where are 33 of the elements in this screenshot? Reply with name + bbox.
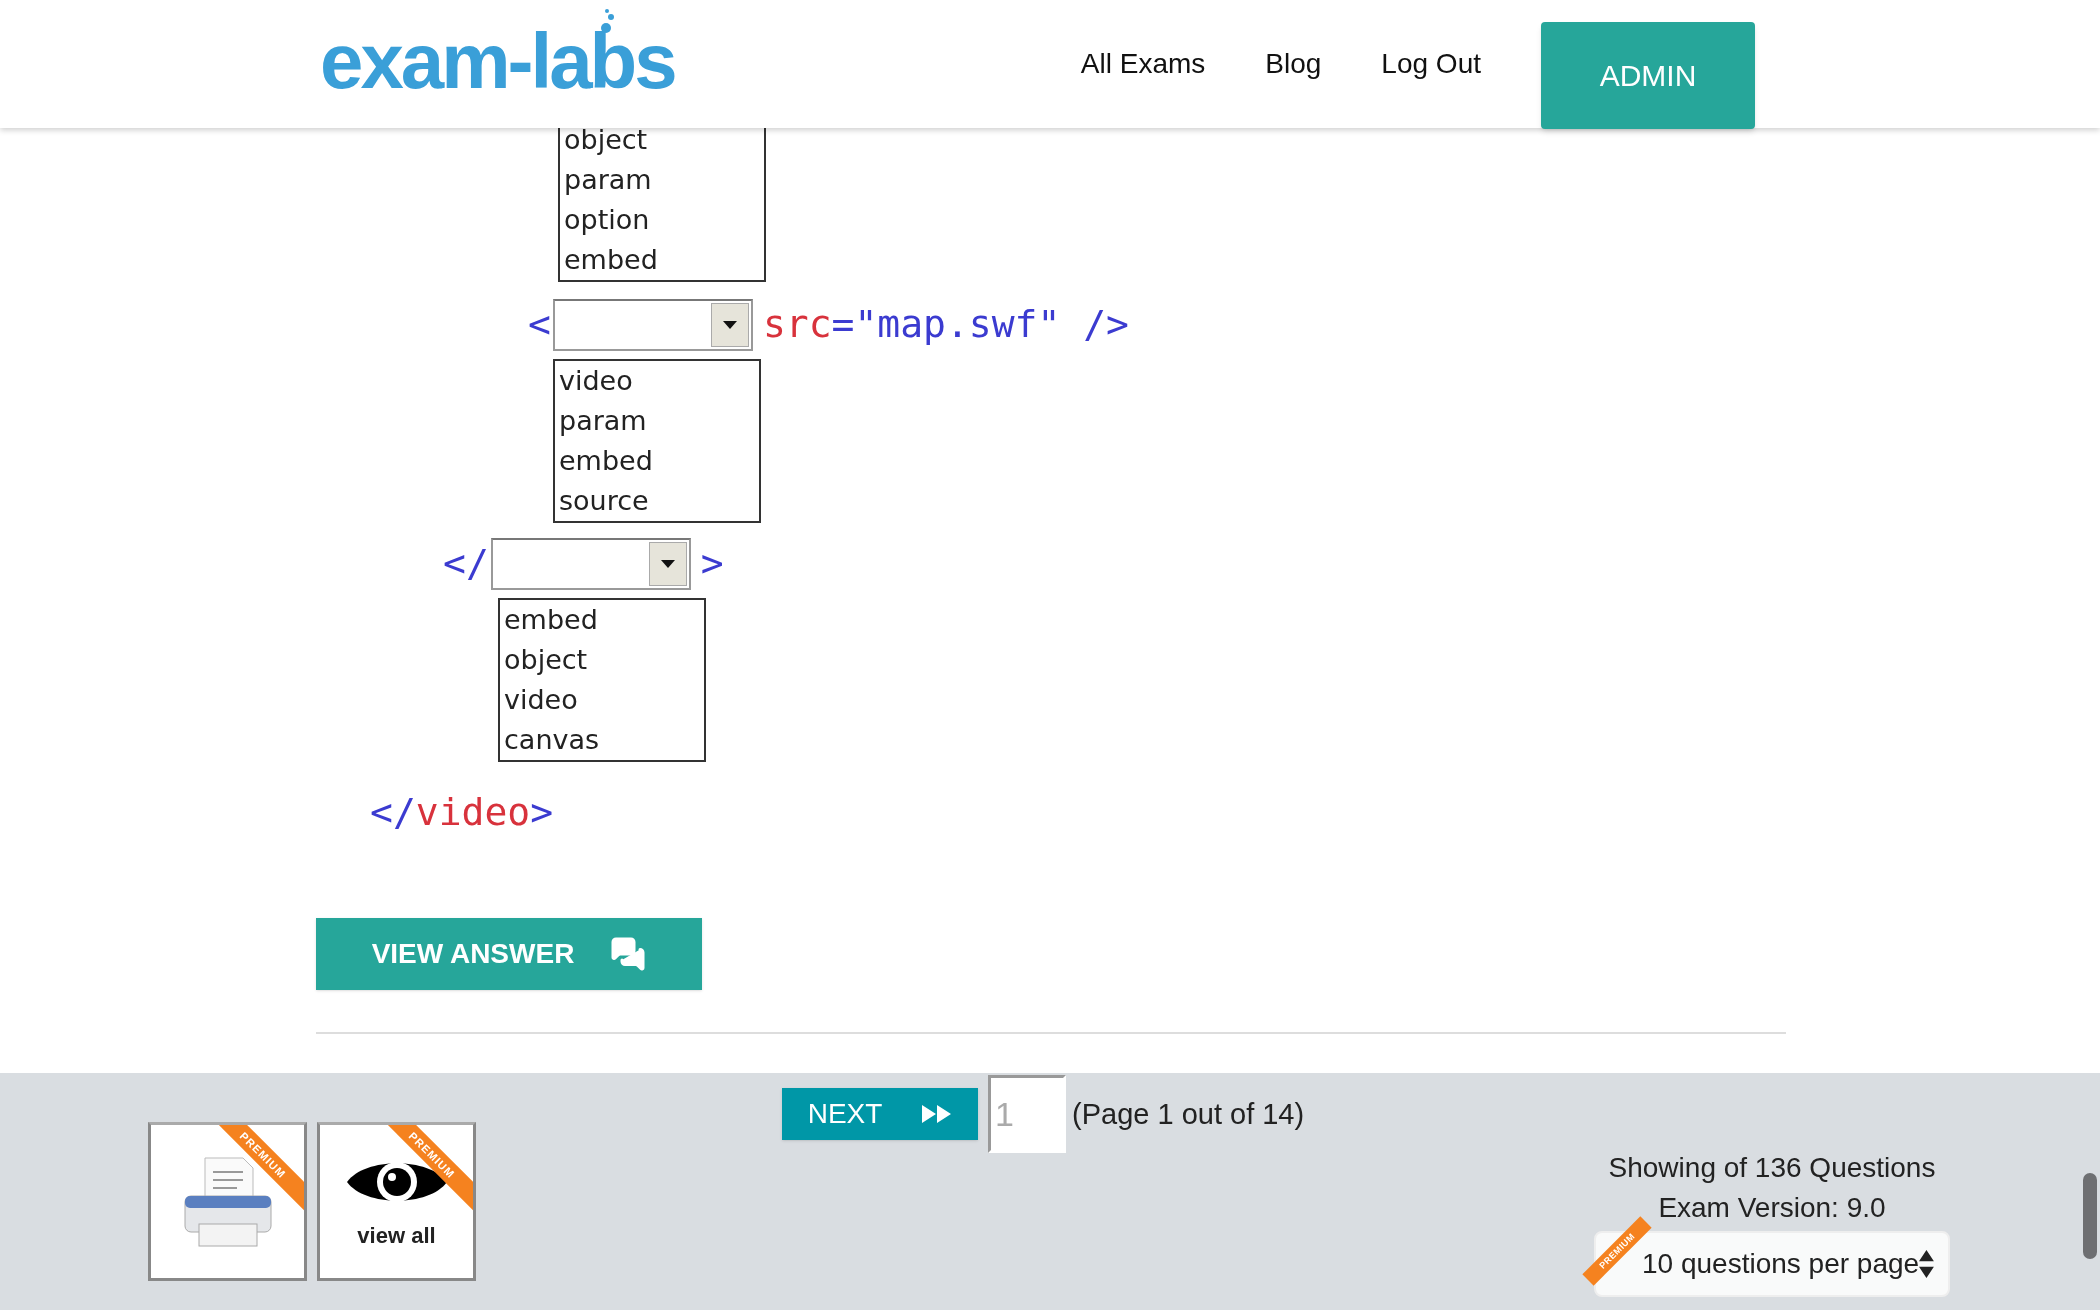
next-button[interactable]: NEXT (782, 1088, 978, 1140)
list-option[interactable]: object (564, 128, 756, 160)
code-text: < (528, 301, 551, 348)
code-text: </ (443, 540, 489, 587)
list-option[interactable]: canvas (504, 720, 696, 760)
list-option[interactable]: embed (504, 600, 696, 640)
dropdown-field[interactable] (552, 298, 753, 351)
list-option[interactable]: param (564, 160, 756, 200)
list-option[interactable]: embed (564, 240, 756, 280)
list-option[interactable]: object (504, 640, 696, 680)
code-text: </ (370, 790, 416, 834)
chat-icon (610, 936, 647, 972)
nav-link[interactable]: Log Out (1381, 43, 1481, 85)
tile-label: view all (357, 1222, 436, 1250)
exam-version: Exam Version: 9.0 (1658, 1191, 1886, 1225)
dropdown-field[interactable] (490, 537, 691, 590)
code-text: src (762, 301, 832, 348)
nav-link[interactable]: Blog (1265, 43, 1322, 85)
list-option[interactable]: source (559, 481, 751, 521)
code-text: > (530, 790, 554, 834)
list-option[interactable]: param (559, 401, 751, 441)
question-count: Showing of 136 Questions (1608, 1151, 1936, 1185)
list-option[interactable]: video (504, 680, 696, 720)
list-option[interactable]: option (564, 200, 756, 240)
fast-forward-icon (922, 1105, 953, 1123)
code-text: > (700, 540, 724, 587)
list-option[interactable]: video (559, 361, 751, 401)
code-text: video (415, 790, 531, 834)
sort-arrows-icon (1919, 1249, 1934, 1279)
code-text: ="map.swf" /> (831, 301, 1129, 348)
nav-link[interactable]: All Exams (1080, 43, 1206, 85)
list-option[interactable]: embed (559, 441, 751, 481)
page-info: (Page 1 out of 14) (1072, 1097, 1305, 1132)
